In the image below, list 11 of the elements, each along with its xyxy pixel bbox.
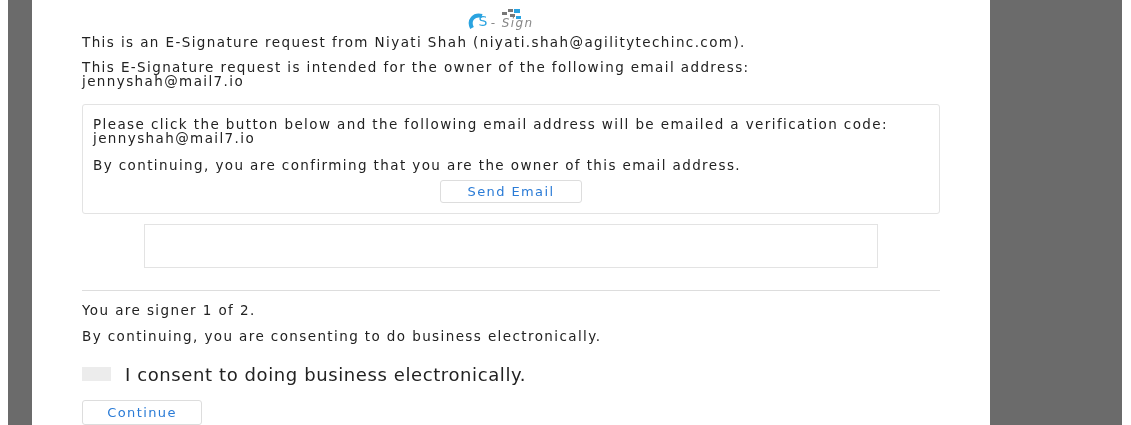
continue-button[interactable]: Continue	[82, 399, 202, 425]
intro-text: This is an E-Signature request from Niyati Shah (niyati.shah@agilitytechinc.com).	[82, 33, 747, 52]
confirm-text: By continuing, you are confirming that you are the owner of this email address.	[93, 156, 743, 176]
consent-note: By continuing, you are consenting to do business electronically.	[82, 327, 603, 347]
logo-word: - Sign	[489, 15, 535, 32]
verification-text: Please click the button below and the following email address will be emailed a verification code: jennyshah@mail7.io	[93, 117, 889, 146]
intended-text: This E-Signature request is intended for the owner of the following email address:	[82, 60, 751, 75]
send-email-button[interactable]: Send Email	[440, 179, 582, 203]
signer-text: You are signer 1 of 2.	[82, 301, 257, 320]
logo-letter: S	[478, 12, 489, 31]
consent-label: I consent to doing business electronically.	[125, 362, 526, 387]
